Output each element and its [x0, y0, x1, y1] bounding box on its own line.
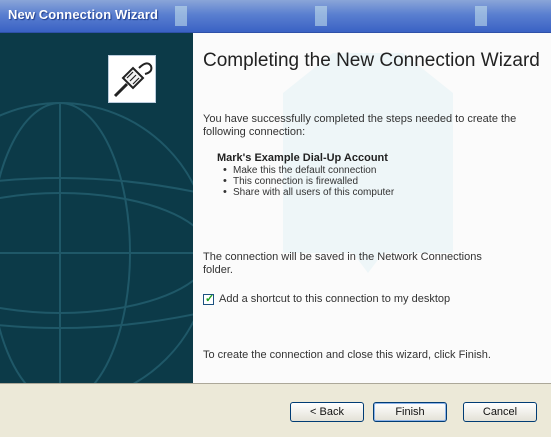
connection-settings-list: Make this the default connection This co…: [223, 165, 394, 198]
intro-text: You have successfully completed the step…: [203, 113, 517, 138]
network-cable-icon: [108, 55, 156, 103]
shortcut-option[interactable]: ✓ Add a shortcut to this connection to m…: [203, 292, 450, 306]
finish-instructions: To create the connection and close this …: [203, 349, 491, 361]
title-bar-decoration: [475, 6, 487, 26]
page-title: Completing the New Connection Wizard: [203, 50, 540, 71]
shortcut-checkbox-label[interactable]: Add a shortcut to this connection to my …: [219, 293, 450, 305]
finish-button[interactable]: Finish: [373, 402, 447, 422]
globe-icon: [0, 102, 193, 383]
saved-location-note: The connection will be saved in the Netw…: [203, 251, 482, 276]
background-graphic: [283, 53, 453, 273]
list-item: This connection is firewalled: [223, 176, 394, 187]
wizard-footer: < Back Finish Cancel: [0, 383, 551, 437]
wizard-content: Completing the New Connection Wizard You…: [193, 33, 551, 383]
shortcut-checkbox[interactable]: ✓: [203, 292, 215, 305]
wizard-window: New Connection Wizard Completing the New…: [0, 0, 551, 437]
cancel-button[interactable]: Cancel: [463, 402, 537, 422]
checkmark-icon: ✓: [205, 292, 215, 305]
back-button[interactable]: < Back: [290, 402, 364, 422]
window-title: New Connection Wizard: [8, 7, 159, 22]
wizard-side-panel: [0, 33, 193, 383]
title-bar-decoration: [175, 6, 187, 26]
title-bar[interactable]: New Connection Wizard: [0, 0, 551, 33]
title-bar-decoration: [315, 6, 327, 26]
connection-name: Mark's Example Dial-Up Account: [217, 152, 388, 164]
list-item: Make this the default connection: [223, 165, 394, 176]
list-item: Share with all users of this computer: [223, 187, 394, 198]
